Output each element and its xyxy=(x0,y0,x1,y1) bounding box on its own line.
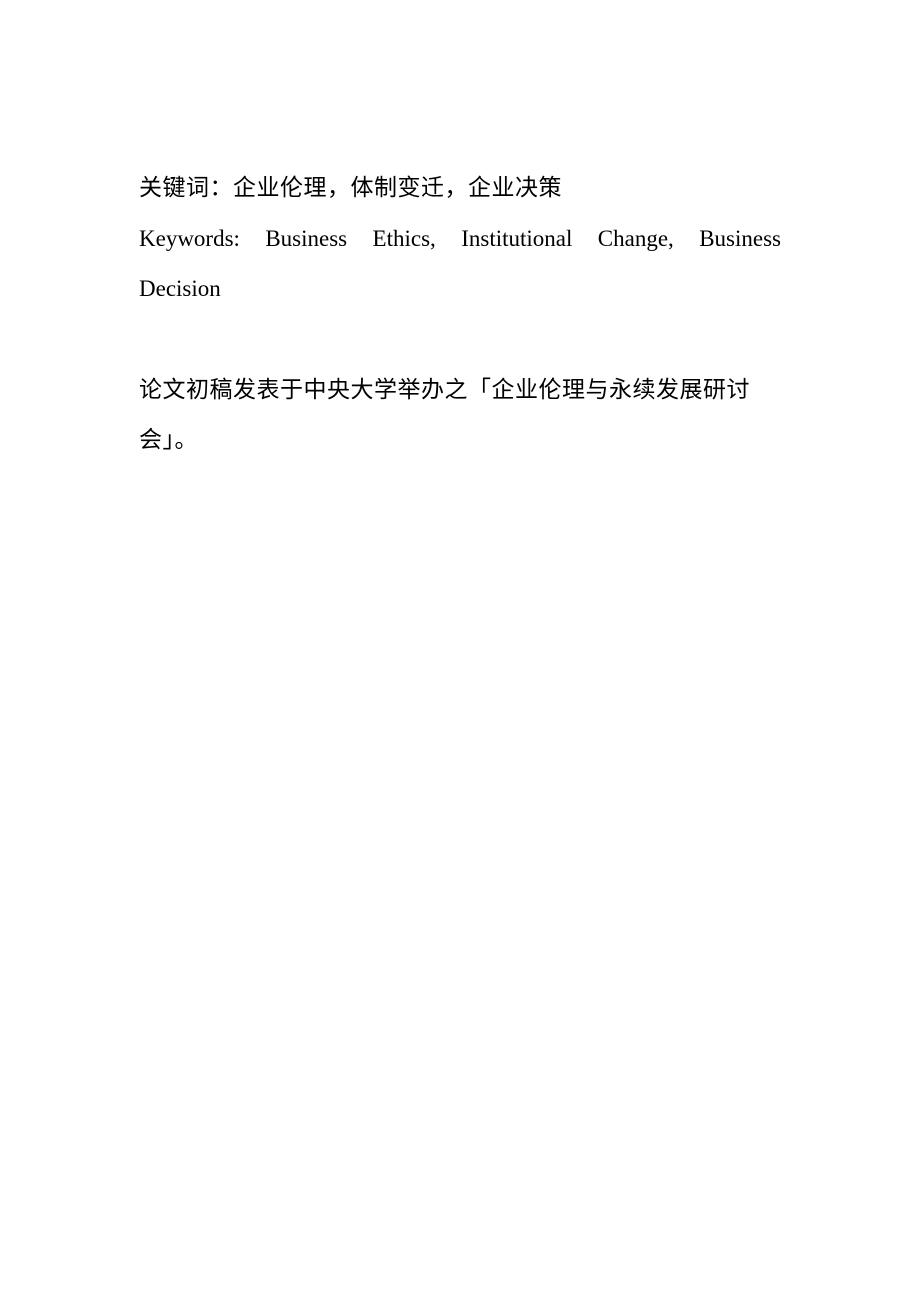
keywords-english-line2: Decision xyxy=(139,276,221,301)
keyword-word: Institutional xyxy=(461,226,573,251)
keyword-word: Business xyxy=(699,226,781,251)
keywords-chinese-label: 关键词： xyxy=(139,175,233,200)
keyword-word: Keywords: xyxy=(139,226,240,251)
keywords-english-line1: Keywords: Business Ethics, Institutional… xyxy=(139,227,781,250)
keyword-word: Ethics, xyxy=(372,226,436,251)
publication-note-line1: 论文初稿发表于中央大学举办之「企业伦理与永续发展研讨 xyxy=(139,377,750,402)
keywords-chinese: 关键词：企业伦理，体制变迁，企业决策 xyxy=(139,176,562,199)
keyword-word: Business xyxy=(265,226,348,251)
keywords-chinese-text: 企业伦理，体制变迁，企业决策 xyxy=(233,175,562,200)
keyword-word: Change, xyxy=(597,226,674,251)
publication-note-line2: 会」。 xyxy=(139,427,198,452)
